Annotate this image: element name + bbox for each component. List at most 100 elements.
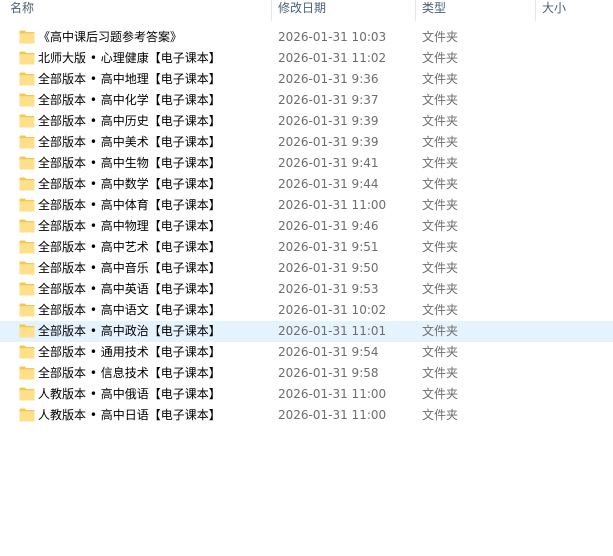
file-row[interactable]: 全部版本 • 高中物理【电子课本】 2026-01-31 9:46 文件夹 bbox=[0, 216, 613, 237]
file-row[interactable]: 全部版本 • 高中生物【电子课本】 2026-01-31 9:41 文件夹 bbox=[0, 153, 613, 174]
file-type: 文件夹 bbox=[422, 135, 459, 149]
column-header-size[interactable]: 大小 bbox=[536, 0, 613, 22]
file-modified-date: 2026-01-31 9:41 bbox=[278, 156, 379, 170]
file-modified-date: 2026-01-31 9:53 bbox=[278, 282, 379, 296]
file-row[interactable]: 全部版本 • 高中数学【电子课本】 2026-01-31 9:44 文件夹 bbox=[0, 174, 613, 195]
column-header-bar: 名称 修改日期 类型 大小 bbox=[0, 0, 613, 22]
file-type: 文件夹 bbox=[422, 387, 459, 401]
file-name: 《高中课后习题参考答案》 bbox=[38, 30, 183, 44]
folder-icon bbox=[19, 51, 35, 65]
file-row[interactable]: 全部版本 • 高中化学【电子课本】 2026-01-31 9:37 文件夹 bbox=[0, 90, 613, 111]
file-name: 全部版本 • 高中美术【电子课本】 bbox=[38, 135, 221, 149]
file-type: 文件夹 bbox=[422, 93, 459, 107]
file-type: 文件夹 bbox=[422, 177, 459, 191]
file-type: 文件夹 bbox=[422, 366, 459, 380]
file-name: 全部版本 • 高中化学【电子课本】 bbox=[38, 93, 221, 107]
file-name: 全部版本 • 高中艺术【电子课本】 bbox=[38, 240, 221, 254]
file-type: 文件夹 bbox=[422, 282, 459, 296]
file-row[interactable]: 全部版本 • 高中历史【电子课本】 2026-01-31 9:39 文件夹 bbox=[0, 111, 613, 132]
file-row[interactable]: 北师大版 • 心理健康【电子课本】 2026-01-31 11:02 文件夹 bbox=[0, 48, 613, 69]
file-name: 人教版本 • 高中俄语【电子课本】 bbox=[38, 387, 221, 401]
folder-icon bbox=[19, 408, 35, 422]
file-row[interactable]: 全部版本 • 高中美术【电子课本】 2026-01-31 9:39 文件夹 bbox=[0, 132, 613, 153]
column-header-type[interactable]: 类型 bbox=[416, 0, 536, 22]
file-type: 文件夹 bbox=[422, 198, 459, 212]
folder-icon bbox=[19, 135, 35, 149]
file-name: 全部版本 • 信息技术【电子课本】 bbox=[38, 366, 221, 380]
file-name: 全部版本 • 高中语文【电子课本】 bbox=[38, 303, 221, 317]
file-modified-date: 2026-01-31 9:39 bbox=[278, 135, 379, 149]
file-type: 文件夹 bbox=[422, 72, 459, 86]
file-type: 文件夹 bbox=[422, 114, 459, 128]
file-type: 文件夹 bbox=[422, 240, 459, 254]
folder-icon bbox=[19, 219, 35, 233]
file-type: 文件夹 bbox=[422, 156, 459, 170]
file-list: 《高中课后习题参考答案》 2026-01-31 10:03 文件夹 北师大版 • 心理… bbox=[0, 27, 613, 426]
file-modified-date: 2026-01-31 9:37 bbox=[278, 93, 379, 107]
folder-icon bbox=[19, 198, 35, 212]
folder-icon bbox=[19, 240, 35, 254]
file-type: 文件夹 bbox=[422, 303, 459, 317]
file-row[interactable]: 全部版本 • 高中地理【电子课本】 2026-01-31 9:36 文件夹 bbox=[0, 69, 613, 90]
folder-icon bbox=[19, 156, 35, 170]
folder-icon bbox=[19, 345, 35, 359]
folder-icon bbox=[19, 72, 35, 86]
file-type: 文件夹 bbox=[422, 219, 459, 233]
file-name: 全部版本 • 高中地理【电子课本】 bbox=[38, 72, 221, 86]
folder-icon bbox=[19, 93, 35, 107]
folder-icon bbox=[19, 366, 35, 380]
file-modified-date: 2026-01-31 10:03 bbox=[278, 30, 387, 44]
file-explorer: 名称 修改日期 类型 大小 《高中课后习题参考答案》 2026-01-31 10:… bbox=[0, 0, 613, 556]
file-row[interactable]: 全部版本 • 高中音乐【电子课本】 2026-01-31 9:50 文件夹 bbox=[0, 258, 613, 279]
file-modified-date: 2026-01-31 9:50 bbox=[278, 261, 379, 275]
folder-icon bbox=[19, 30, 35, 44]
column-header-name[interactable]: 名称 bbox=[0, 0, 272, 22]
file-name: 全部版本 • 高中政治【电子课本】 bbox=[38, 324, 221, 338]
file-row[interactable]: 全部版本 • 信息技术【电子课本】 2026-01-31 9:58 文件夹 bbox=[0, 363, 613, 384]
file-row[interactable]: 全部版本 • 高中政治【电子课本】 2026-01-31 11:01 文件夹 bbox=[0, 321, 613, 342]
file-name: 全部版本 • 高中数学【电子课本】 bbox=[38, 177, 221, 191]
file-name: 全部版本 • 高中物理【电子课本】 bbox=[38, 219, 221, 233]
file-modified-date: 2026-01-31 11:00 bbox=[278, 387, 387, 401]
file-type: 文件夹 bbox=[422, 324, 459, 338]
file-modified-date: 2026-01-31 9:51 bbox=[278, 240, 379, 254]
file-type: 文件夹 bbox=[422, 261, 459, 275]
folder-icon bbox=[19, 303, 35, 317]
file-modified-date: 2026-01-31 9:39 bbox=[278, 114, 379, 128]
file-modified-date: 2026-01-31 11:01 bbox=[278, 324, 387, 338]
file-modified-date: 2026-01-31 10:02 bbox=[278, 303, 387, 317]
folder-icon bbox=[19, 324, 35, 338]
folder-icon bbox=[19, 387, 35, 401]
folder-icon bbox=[19, 261, 35, 275]
file-name: 人教版本 • 高中日语【电子课本】 bbox=[38, 408, 221, 422]
folder-icon bbox=[19, 177, 35, 191]
file-modified-date: 2026-01-31 11:00 bbox=[278, 408, 387, 422]
file-row[interactable]: 全部版本 • 通用技术【电子课本】 2026-01-31 9:54 文件夹 bbox=[0, 342, 613, 363]
file-type: 文件夹 bbox=[422, 408, 459, 422]
file-row[interactable]: 人教版本 • 高中日语【电子课本】 2026-01-31 11:00 文件夹 bbox=[0, 405, 613, 426]
file-row[interactable]: 全部版本 • 高中体育【电子课本】 2026-01-31 11:00 文件夹 bbox=[0, 195, 613, 216]
file-modified-date: 2026-01-31 9:58 bbox=[278, 366, 379, 380]
folder-icon bbox=[19, 114, 35, 128]
file-name: 全部版本 • 高中历史【电子课本】 bbox=[38, 114, 221, 128]
file-name: 全部版本 • 高中英语【电子课本】 bbox=[38, 282, 221, 296]
file-type: 文件夹 bbox=[422, 345, 459, 359]
file-type: 文件夹 bbox=[422, 30, 459, 44]
file-modified-date: 2026-01-31 9:44 bbox=[278, 177, 379, 191]
file-name: 全部版本 • 通用技术【电子课本】 bbox=[38, 345, 221, 359]
file-modified-date: 2026-01-31 9:36 bbox=[278, 72, 379, 86]
file-row[interactable]: 全部版本 • 高中艺术【电子课本】 2026-01-31 9:51 文件夹 bbox=[0, 237, 613, 258]
file-modified-date: 2026-01-31 9:46 bbox=[278, 219, 379, 233]
file-row[interactable]: 《高中课后习题参考答案》 2026-01-31 10:03 文件夹 bbox=[0, 27, 613, 48]
file-name: 北师大版 • 心理健康【电子课本】 bbox=[38, 51, 221, 65]
file-modified-date: 2026-01-31 11:02 bbox=[278, 51, 387, 65]
file-row[interactable]: 人教版本 • 高中俄语【电子课本】 2026-01-31 11:00 文件夹 bbox=[0, 384, 613, 405]
file-row[interactable]: 全部版本 • 高中语文【电子课本】 2026-01-31 10:02 文件夹 bbox=[0, 300, 613, 321]
file-modified-date: 2026-01-31 11:00 bbox=[278, 198, 387, 212]
file-row[interactable]: 全部版本 • 高中英语【电子课本】 2026-01-31 9:53 文件夹 bbox=[0, 279, 613, 300]
folder-icon bbox=[19, 282, 35, 296]
column-header-date[interactable]: 修改日期 bbox=[272, 0, 416, 22]
file-modified-date: 2026-01-31 9:54 bbox=[278, 345, 379, 359]
file-name: 全部版本 • 高中生物【电子课本】 bbox=[38, 156, 221, 170]
file-name: 全部版本 • 高中音乐【电子课本】 bbox=[38, 261, 221, 275]
